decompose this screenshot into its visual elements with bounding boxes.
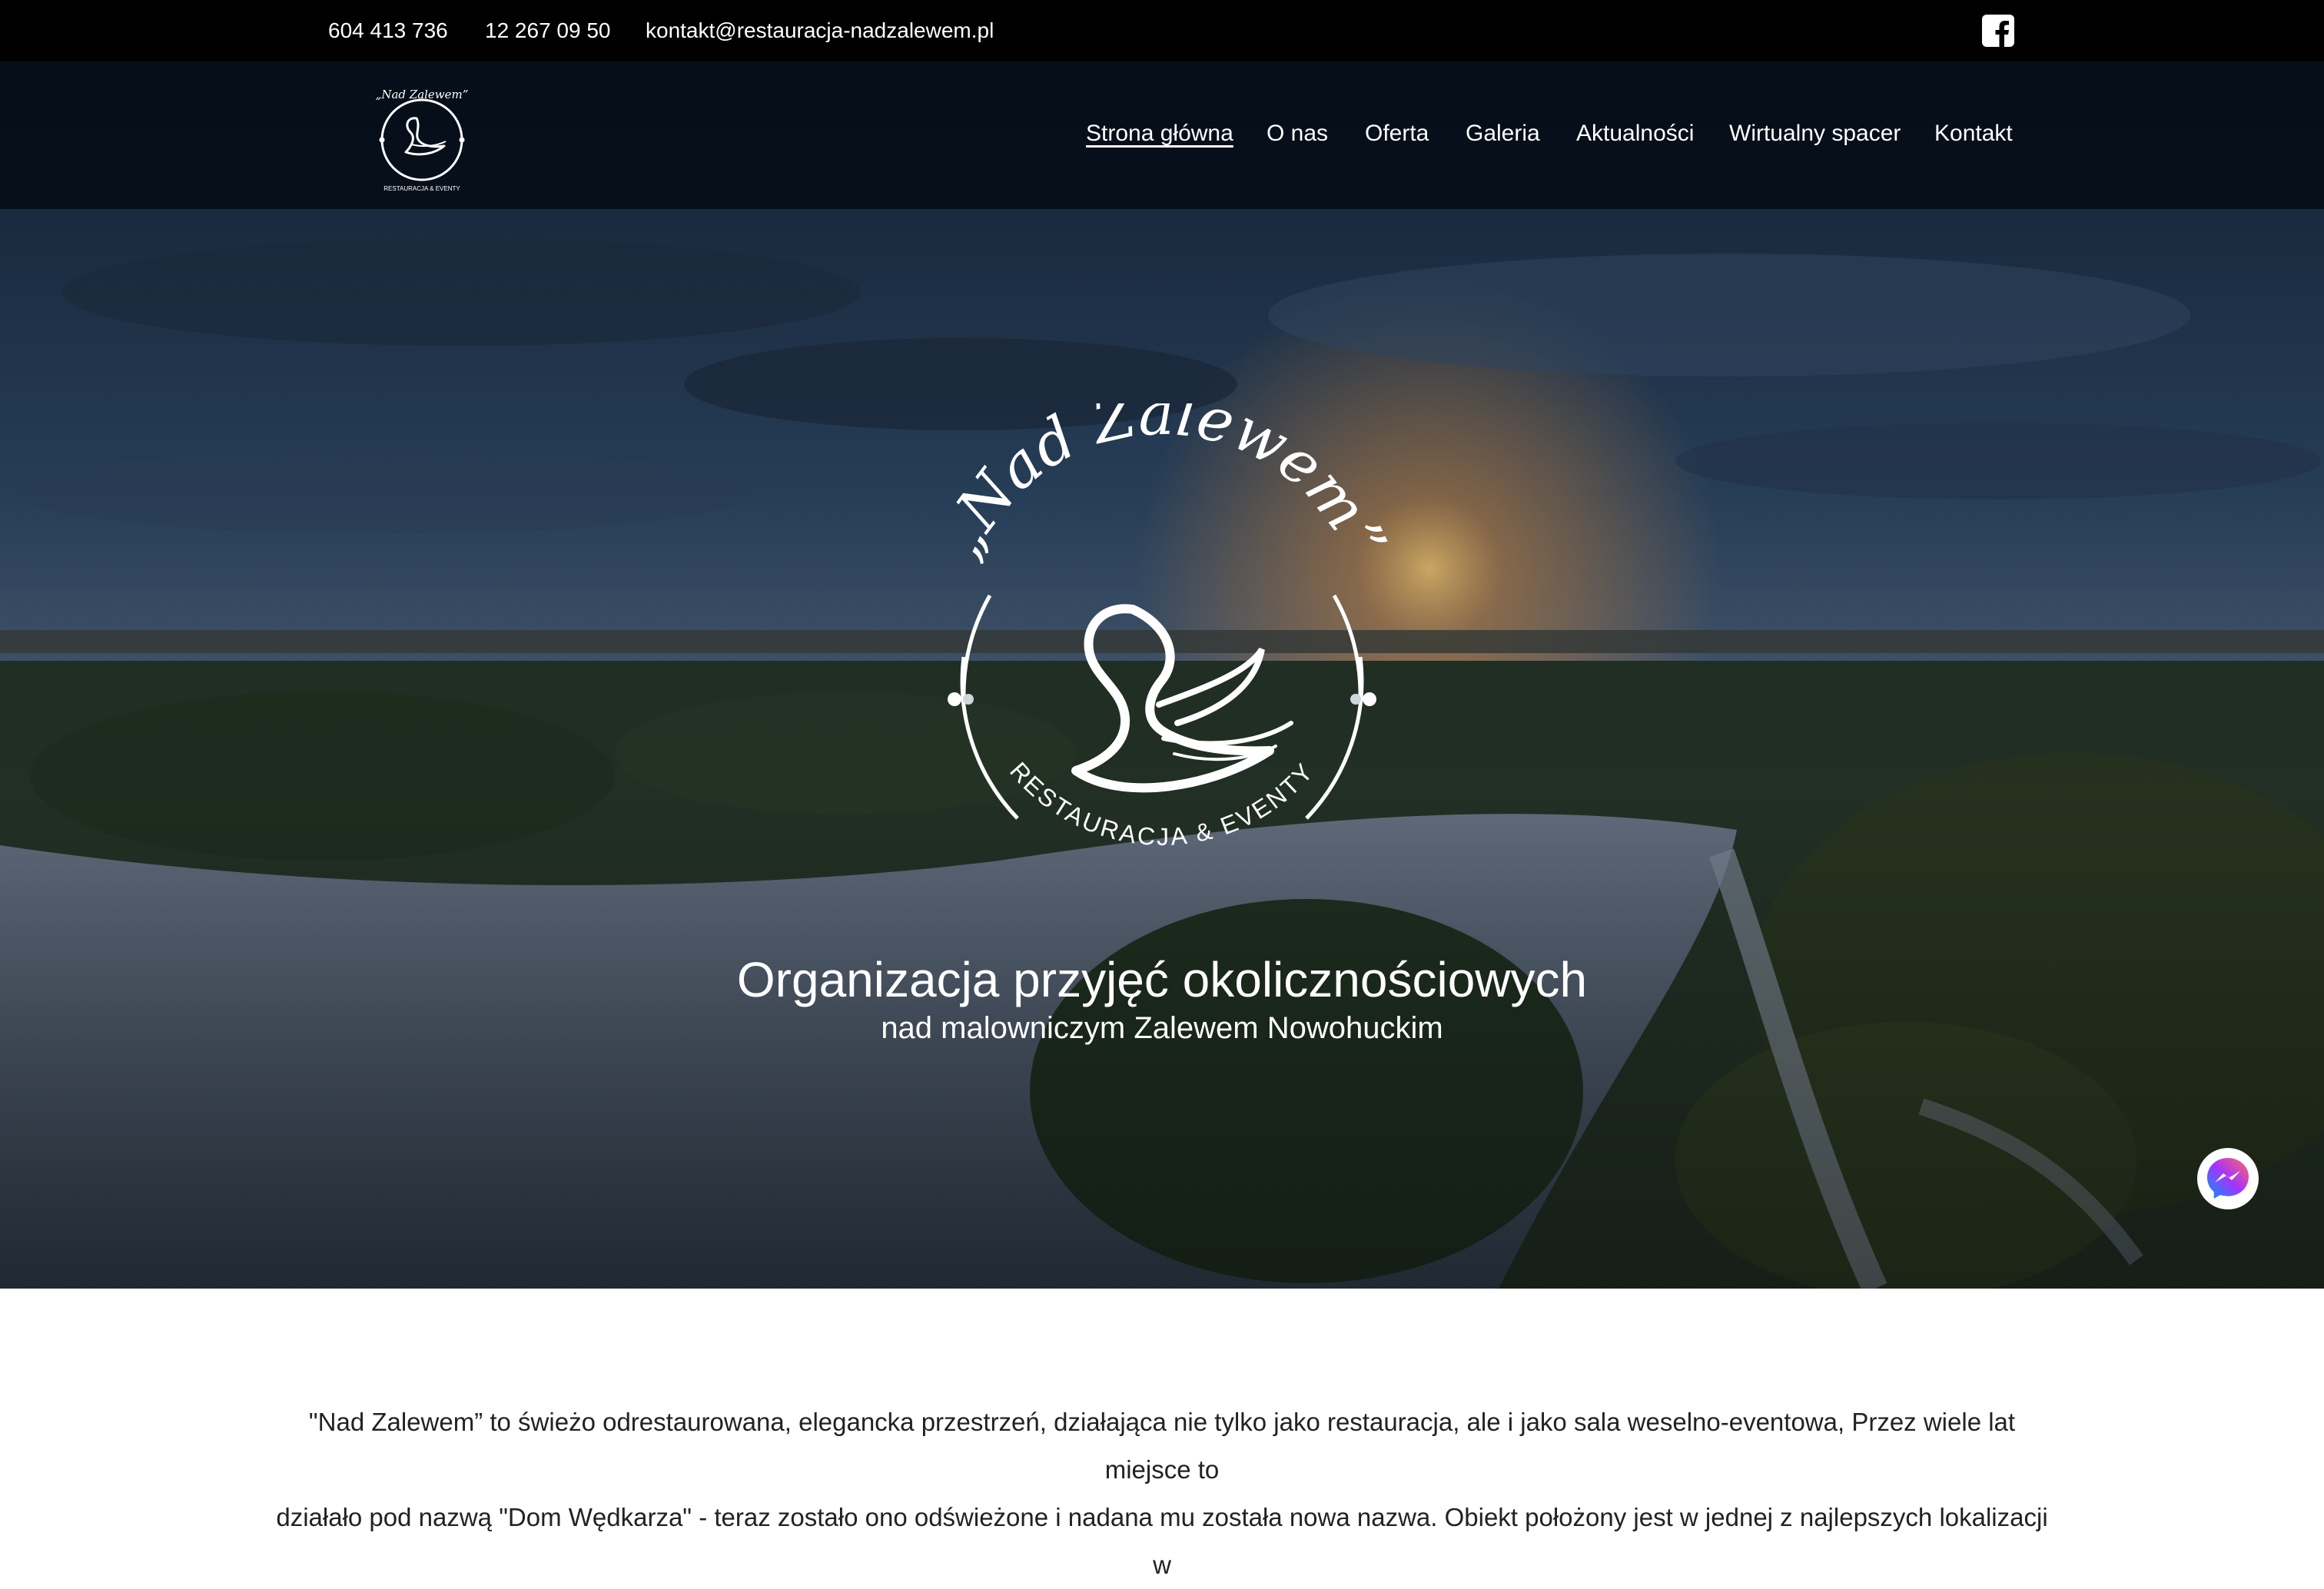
intro-text: "Nad Zalewem” to świeżo odrestaurowana, … [271, 1398, 2053, 1589]
intro-line-2: działało pod nazwą "Dom Wędkarza" - tera… [276, 1503, 2048, 1579]
nav-logo-script: „Nad Zalewem” [376, 88, 469, 101]
intro-line-1: "Nad Zalewem” to świeżo odrestaurowana, … [308, 1408, 2016, 1484]
nav-logo-tagline: RESTAURACJA & EVENTY [383, 185, 460, 192]
hero-subtitle: nad malowniczym Zalewem Nowohuckim [881, 1011, 1443, 1045]
nav-item-gallery[interactable]: Galeria [1466, 117, 1540, 151]
hero-title: Organizacja przyjęć okolicznościowych [736, 952, 1588, 1007]
nav-item-offer[interactable]: Oferta [1365, 117, 1429, 151]
hero-section: „Nad Zalewem” RESTAURACJA & EVENTY Stron… [0, 61, 2324, 1289]
hero-logo-script: „Nad Zalewem” [931, 403, 1393, 569]
top-contact-bar: 604 413 736 12 267 09 50 kontakt@restaur… [0, 0, 2324, 61]
email-link[interactable]: kontakt@restauracja-nadzalewem.pl [646, 0, 994, 61]
phone-link-mobile[interactable]: 604 413 736 [328, 0, 448, 61]
hero-logo-tagline: RESTAURACJA & EVENTY [1004, 757, 1320, 851]
phone-link-landline[interactable]: 12 267 09 50 [485, 0, 611, 61]
nav-item-about[interactable]: O nas [1267, 117, 1328, 151]
main-navbar: „Nad Zalewem” RESTAURACJA & EVENTY Stron… [0, 61, 2324, 209]
facebook-square-icon[interactable] [1981, 14, 2015, 48]
hero-logo-emblem: „Nad Zalewem” RESTAURACJA & EVENTY [931, 403, 1393, 851]
site-logo[interactable]: „Nad Zalewem” RESTAURACJA & EVENTY [366, 81, 478, 194]
nav-item-contact[interactable]: Kontakt [1934, 117, 2013, 151]
nav-item-news[interactable]: Aktualności [1576, 117, 1694, 151]
messenger-icon[interactable] [2196, 1147, 2259, 1210]
nav-item-virtual-tour[interactable]: Wirtualny spacer [1729, 117, 1901, 151]
nav-item-home[interactable]: Strona główna [1086, 117, 1233, 151]
